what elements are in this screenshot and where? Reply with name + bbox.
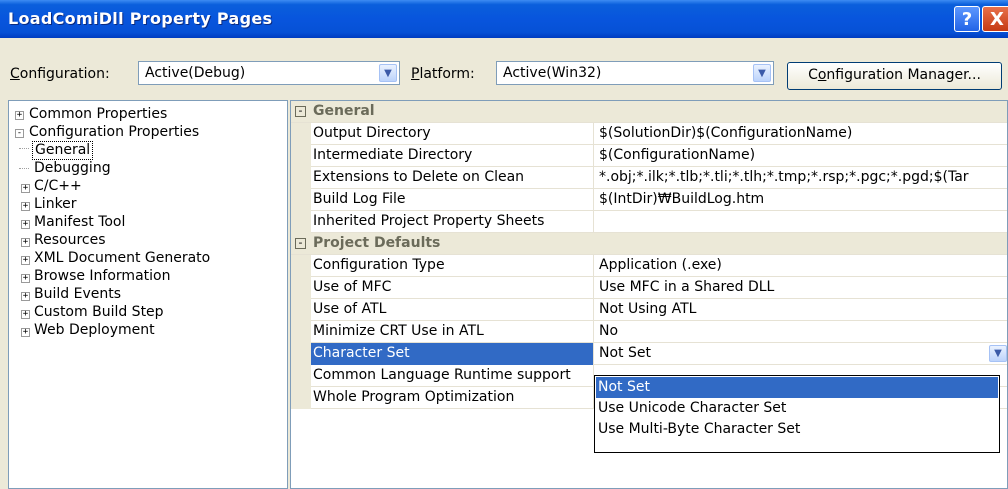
property-row[interactable]: Use of ATL Not Using ATL (291, 299, 1007, 321)
configuration-label: Configuration: (10, 66, 110, 82)
property-row-character-set[interactable]: Character Set Not Set ▼ (291, 343, 1007, 365)
tree-item-debugging[interactable]: Debugging (34, 160, 111, 177)
tree-item-browse-information[interactable]: Browse Information (34, 268, 170, 285)
tree-item-configuration-properties[interactable]: Configuration Properties (29, 124, 199, 141)
expand-icon[interactable]: + (21, 184, 30, 193)
property-name: Use of MFC (313, 279, 392, 295)
tree-item-build-events[interactable]: Build Events (34, 286, 121, 303)
expand-icon[interactable]: + (21, 202, 30, 211)
property-name: Build Log File (313, 191, 406, 207)
title-bar: LoadComiDll Property Pages ? X (0, 0, 1008, 38)
tree-item-manifest-tool[interactable]: Manifest Tool (34, 214, 125, 231)
property-name: Common Language Runtime support (313, 367, 571, 383)
property-name: Configuration Type (313, 257, 445, 273)
expand-icon[interactable]: + (21, 256, 30, 265)
configuration-manager-button[interactable]: Configuration Manager... (787, 62, 1002, 90)
window-title: LoadComiDll Property Pages (8, 9, 273, 28)
property-row[interactable]: Intermediate Directory $(ConfigurationNa… (291, 145, 1007, 167)
platform-select[interactable]: Active(Win32) ▼ (496, 61, 774, 85)
property-name: Use of ATL (313, 301, 387, 317)
property-row[interactable]: Inherited Project Property Sheets (291, 211, 1007, 233)
tree-item-linker[interactable]: Linker (34, 196, 77, 213)
tree-item-xml-document-generator[interactable]: XML Document Generato (34, 250, 210, 267)
expand-icon[interactable]: + (15, 111, 24, 120)
property-value[interactable]: Not Using ATL (599, 301, 696, 317)
character-set-dropdown[interactable]: Not Set Use Unicode Character Set Use Mu… (594, 375, 1000, 453)
property-row[interactable]: Use of MFC Use MFC in a Shared DLL (291, 277, 1007, 299)
option-multi-byte[interactable]: Use Multi-Byte Character Set (596, 419, 998, 440)
category-label: General (313, 103, 375, 119)
collapse-icon[interactable]: - (15, 129, 24, 138)
expand-icon[interactable]: + (21, 292, 30, 301)
tree-item-common-properties[interactable]: Common Properties (29, 106, 167, 123)
tree-item-c-cpp[interactable]: C/C++ (34, 178, 82, 195)
property-value[interactable]: $(SolutionDir)$(ConfigurationName) (599, 125, 852, 141)
configuration-select[interactable]: Active(Debug) ▼ (138, 61, 400, 85)
property-value[interactable]: $(ConfigurationName) (599, 147, 755, 163)
property-name: Intermediate Directory (313, 147, 473, 163)
configuration-value: Active(Debug) (145, 65, 246, 81)
platform-label: Platform: (411, 66, 475, 82)
help-button[interactable]: ? (954, 6, 980, 32)
expand-icon[interactable]: + (21, 328, 30, 337)
configuration-bar: Configuration: Active(Debug) ▼ Platform:… (0, 56, 1008, 92)
collapse-icon[interactable]: - (295, 105, 306, 117)
tree-connector (19, 148, 29, 149)
property-name: Whole Program Optimization (313, 389, 515, 405)
option-unicode[interactable]: Use Unicode Character Set (596, 398, 998, 419)
chevron-down-icon[interactable]: ▼ (753, 64, 771, 82)
property-value[interactable]: $(IntDir)₩BuildLog.htm (599, 191, 764, 207)
property-row[interactable]: Output Directory $(SolutionDir)$(Configu… (291, 123, 1007, 145)
property-row[interactable]: Extensions to Delete on Clean *.obj;*.il… (291, 167, 1007, 189)
expand-icon[interactable]: + (21, 220, 30, 229)
property-value[interactable]: *.obj;*.ilk;*.tlb;*.tli;*.tlh;*.tmp;*.rs… (599, 169, 969, 185)
property-value[interactable]: Application (.exe) (599, 257, 722, 273)
property-row[interactable]: Build Log File $(IntDir)₩BuildLog.htm (291, 189, 1007, 211)
platform-value: Active(Win32) (503, 65, 602, 81)
close-button[interactable]: X (982, 6, 1008, 32)
option-not-set[interactable]: Not Set (596, 377, 998, 398)
expand-icon[interactable]: + (21, 274, 30, 283)
property-name: Extensions to Delete on Clean (313, 169, 525, 185)
category-label: Project Defaults (313, 235, 441, 251)
property-row[interactable]: Configuration Type Application (.exe) (291, 255, 1007, 277)
property-tree[interactable]: + Common Properties - Configuration Prop… (8, 100, 288, 489)
category-general[interactable]: - General (291, 101, 1007, 123)
property-name: Character Set (313, 345, 410, 361)
tree-item-resources[interactable]: Resources (34, 232, 106, 249)
tree-connector (19, 168, 29, 169)
property-value[interactable]: Use MFC in a Shared DLL (599, 279, 774, 295)
character-set-value[interactable]: Not Set (599, 345, 651, 361)
property-name: Output Directory (313, 125, 431, 141)
tree-item-custom-build-step[interactable]: Custom Build Step (34, 304, 164, 321)
collapse-icon[interactable]: - (295, 237, 306, 249)
property-value[interactable]: No (599, 323, 618, 339)
tree-item-general[interactable]: General (32, 141, 94, 160)
property-row[interactable]: Minimize CRT Use in ATL No (291, 321, 1007, 343)
tree-item-web-deployment[interactable]: Web Deployment (34, 322, 155, 339)
expand-icon[interactable]: + (21, 238, 30, 247)
chevron-down-icon[interactable]: ▼ (379, 64, 397, 82)
property-name: Inherited Project Property Sheets (313, 213, 545, 229)
property-name: Minimize CRT Use in ATL (313, 323, 484, 339)
category-project-defaults[interactable]: - Project Defaults (291, 233, 1007, 255)
expand-icon[interactable]: + (21, 310, 30, 319)
chevron-down-icon[interactable]: ▼ (989, 345, 1007, 362)
